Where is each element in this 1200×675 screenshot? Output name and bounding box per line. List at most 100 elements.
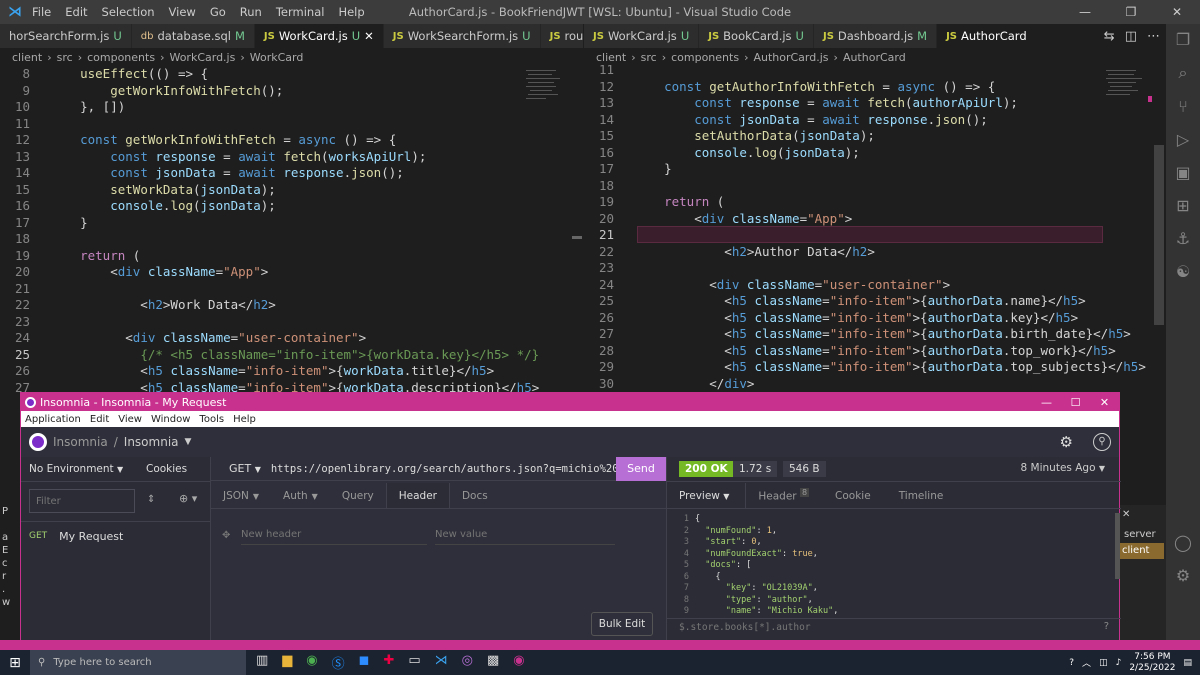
history-dropdown[interactable]: 8 Minutes Ago ▼ <box>1021 462 1105 474</box>
method-selector[interactable]: GET ▼ <box>229 462 261 475</box>
zoom-icon[interactable]: ◼ <box>359 653 370 672</box>
insomnia-menu-window[interactable]: Window <box>151 414 190 425</box>
help-tray-icon[interactable]: ? <box>1069 658 1074 668</box>
editor-tab[interactable]: db database.sql M <box>131 24 255 48</box>
panel-close-icon[interactable]: ✕ <box>1122 509 1130 520</box>
breadcrumb-part[interactable]: WorkCard.js <box>169 51 235 64</box>
left-scrollbar[interactable] <box>572 236 582 239</box>
insomnia-menu-edit[interactable]: Edit <box>90 414 109 425</box>
minimize-icon[interactable]: — <box>1062 0 1108 24</box>
insomnia-close-icon[interactable]: ✕ <box>1090 396 1119 409</box>
editor-tab[interactable]: JS WorkCard.js U <box>584 24 700 48</box>
right-scrollbar[interactable] <box>1154 145 1164 325</box>
menu-file[interactable]: File <box>32 5 51 19</box>
editor-tab[interactable]: JSroutes.js● <box>540 24 583 48</box>
task-view-icon[interactable]: ▥ <box>256 653 268 672</box>
editor-tab[interactable]: horSearchForm.js U <box>0 24 132 48</box>
search-icon[interactable]: ⌕ <box>1179 63 1188 83</box>
remote-explorer-icon[interactable]: ▣ <box>1175 163 1190 182</box>
menu-go[interactable]: Go <box>210 5 226 19</box>
clock-date[interactable]: 2/25/2022 <box>1129 663 1175 674</box>
insomnia-taskbar-icon[interactable]: ◎ <box>462 653 473 672</box>
show-hidden-icons[interactable]: ︿ <box>1082 656 1091 669</box>
insomnia-maximize-icon[interactable]: ☐ <box>1061 396 1090 409</box>
editor-tab[interactable]: JSAuthorCard.jsU✕ <box>937 24 1026 48</box>
cookies-button[interactable]: Cookies <box>146 463 187 475</box>
breadcrumb-part[interactable]: WorkCard <box>250 51 304 64</box>
editor-tab[interactable]: JS Dashboard.js M <box>813 24 938 48</box>
close-icon[interactable]: ✕ <box>1154 0 1200 24</box>
windows-start-icon[interactable]: ⊞ <box>0 655 30 671</box>
terminal-server[interactable]: server <box>1124 529 1156 540</box>
drag-handle-icon[interactable]: ✥ <box>222 530 230 541</box>
filter-input[interactable] <box>29 489 135 513</box>
breadcrumb-part[interactable]: client <box>12 51 42 64</box>
source-control-icon[interactable]: ⑂ <box>1178 97 1188 116</box>
docker-taskbar-icon[interactable]: ▩ <box>487 653 499 672</box>
menu-edit[interactable]: Edit <box>65 5 87 19</box>
account-icon[interactable]: ◯ <box>1174 533 1192 552</box>
chevron-down-icon[interactable]: ▼ <box>185 437 192 447</box>
environment-selector[interactable]: No Environment ▼ <box>29 463 123 475</box>
network-icon[interactable]: ◫ <box>1099 658 1108 668</box>
insomnia-minimize-icon[interactable]: — <box>1032 396 1061 409</box>
add-request-icon[interactable]: ⊕ ▾ <box>179 492 197 505</box>
request-tab-header[interactable]: Header <box>385 483 450 508</box>
skype-icon[interactable]: Ⓢ <box>332 653 345 672</box>
url-input[interactable]: https://openlibrary.org/search/authors.j… <box>271 463 644 475</box>
left-minimap[interactable] <box>524 66 570 146</box>
slack-icon[interactable]: ✚ <box>383 653 394 672</box>
restore-icon[interactable]: ❐ <box>1108 0 1154 24</box>
left-code-editor[interactable]: 8 useEffect(() => {9 getWorkInfoWithFetc… <box>0 66 539 396</box>
run-debug-icon[interactable]: ▷ <box>1177 130 1189 149</box>
split-editor-icon[interactable]: ◫ <box>1125 29 1137 44</box>
user-account-icon[interactable]: ⚲ <box>1093 433 1111 451</box>
notifications-icon[interactable]: ▤ <box>1183 658 1192 668</box>
right-code-editor[interactable]: 11 12 const getAuthorInfoWithFetch = asyn… <box>584 62 1146 392</box>
insomnia-menu-application[interactable]: Application <box>25 414 81 425</box>
docker-icon[interactable]: ⚓ <box>1176 229 1190 248</box>
bulk-edit-button[interactable]: Bulk Edit <box>591 612 653 636</box>
clock-time[interactable]: 7:56 PM <box>1129 652 1175 663</box>
breadcrumb-part[interactable]: src <box>57 51 73 64</box>
menu-terminal[interactable]: Terminal <box>276 5 325 19</box>
app-taskbar-icon[interactable]: ◉ <box>513 653 524 672</box>
new-value-input[interactable] <box>435 525 615 545</box>
filter-response-input[interactable]: $.store.books[*].author <box>679 622 811 633</box>
chrome-icon[interactable]: ◉ <box>306 653 317 672</box>
terminal-client[interactable]: client <box>1120 543 1164 559</box>
insomnia-menu-help[interactable]: Help <box>233 414 256 425</box>
menu-help[interactable]: Help <box>338 5 364 19</box>
file-explorer-icon[interactable]: ▆ <box>282 653 292 672</box>
right-minimap[interactable] <box>1104 66 1154 126</box>
menu-run[interactable]: Run <box>240 5 262 19</box>
editor-tab[interactable]: JS WorkCard.js U ✕ <box>254 24 384 48</box>
request-tab-query[interactable]: Query <box>330 483 386 508</box>
new-header-input[interactable] <box>241 525 427 545</box>
taskbar-search[interactable]: ⚲ Type here to search <box>30 650 246 675</box>
help-icon[interactable]: ? <box>1104 621 1109 632</box>
request-list-item[interactable]: GET My Request <box>21 525 211 547</box>
json-scrollbar[interactable] <box>1115 513 1120 579</box>
breadcrumb-part[interactable]: components <box>87 51 155 64</box>
request-tab-json[interactable]: JSON ▼ <box>211 483 271 508</box>
request-tab-auth[interactable]: Auth ▼ <box>271 483 330 508</box>
insomnia-menu-view[interactable]: View <box>118 414 142 425</box>
compare-icon[interactable]: ⇆ <box>1104 29 1115 44</box>
editor-tab[interactable]: JS BookCard.js U <box>699 24 814 48</box>
breadcrumb-current[interactable]: Insomnia <box>124 435 179 449</box>
breadcrumb-root[interactable]: Insomnia <box>53 435 108 449</box>
insomnia-app-icon[interactable] <box>29 433 47 451</box>
sort-icon[interactable]: ⇕ <box>147 494 155 505</box>
vscode-taskbar-icon[interactable]: ⋊ <box>435 653 448 672</box>
terminal-icon[interactable]: ▭ <box>408 653 420 672</box>
request-tab-docs[interactable]: Docs <box>450 483 500 508</box>
send-button[interactable]: Send <box>616 457 666 481</box>
tab-timeline[interactable]: Timeline <box>885 490 958 502</box>
more-actions-icon[interactable]: ⋯ <box>1147 29 1160 44</box>
settings-gear-icon[interactable]: ⚙ <box>1060 433 1073 451</box>
tab-cookie[interactable]: Cookie <box>821 490 885 502</box>
python-icon[interactable]: ☯ <box>1176 262 1190 281</box>
editor-tab[interactable]: JS WorkSearchForm.js U <box>383 24 541 48</box>
menu-view[interactable]: View <box>169 5 196 19</box>
